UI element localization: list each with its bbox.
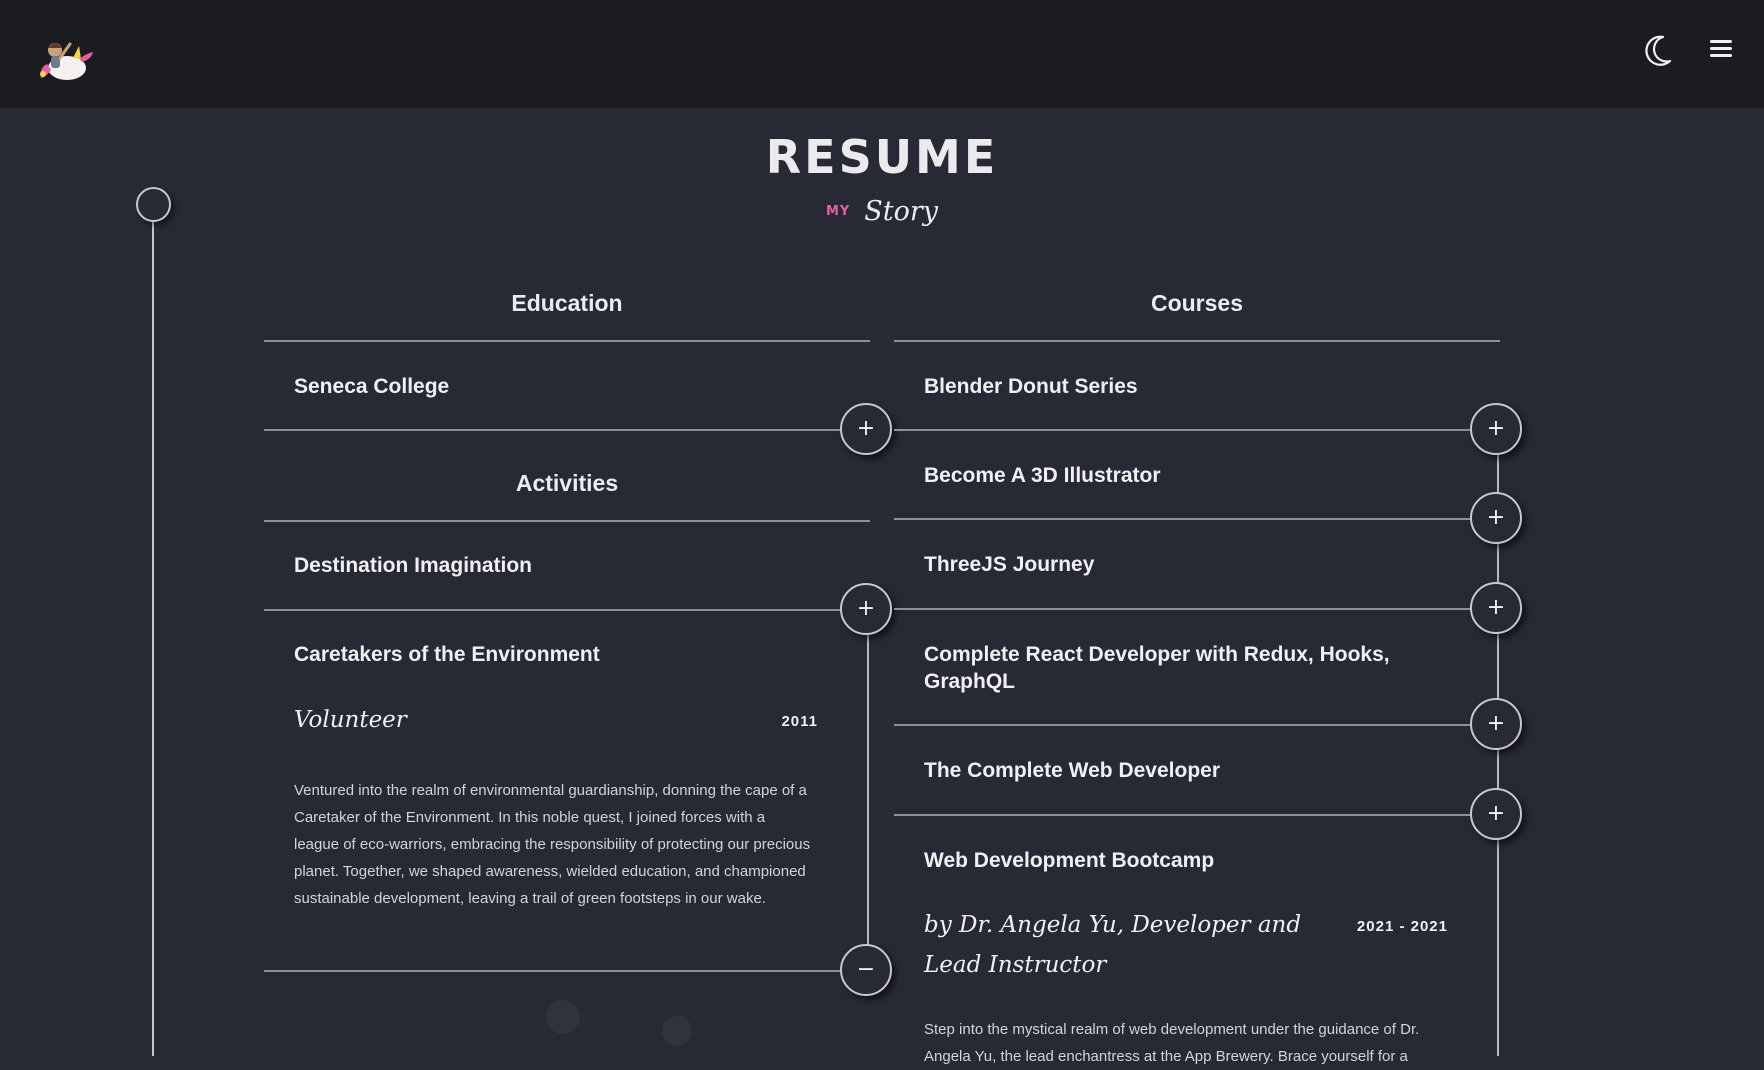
- activity-item-title: Destination Imagination: [294, 554, 533, 577]
- top-navbar: [0, 0, 1764, 108]
- divider: [264, 609, 870, 611]
- activity-date: 2011: [781, 713, 818, 730]
- expand-button[interactable]: +: [1470, 582, 1522, 634]
- course-instructor: by Dr. Angela Yu, Developer and Lead Ins…: [924, 912, 1302, 978]
- story-timeline-line: [152, 215, 154, 1056]
- divider: [894, 814, 1500, 816]
- divider: [894, 608, 1500, 610]
- expand-button[interactable]: +: [1470, 492, 1522, 544]
- collapse-button[interactable]: −: [840, 944, 892, 996]
- background-decoration: [662, 1016, 692, 1046]
- course-item-title: ThreeJS Journey: [924, 553, 1095, 576]
- activity-role: Volunteer: [294, 707, 407, 733]
- course-description: Step into the mystical realm of web deve…: [924, 1021, 1420, 1065]
- activity-description: Ventured into the realm of environmental…: [294, 782, 811, 907]
- course-item-title: Become A 3D Illustrator: [924, 464, 1161, 487]
- education-item-title: Seneca College: [294, 375, 450, 398]
- activity-item-title: Caretakers of the Environment: [294, 643, 600, 666]
- activities-timeline-line: [867, 606, 869, 968]
- divider: [894, 518, 1500, 520]
- subtitle-script: Story: [864, 196, 939, 227]
- divider: [264, 520, 870, 522]
- expand-button[interactable]: +: [1470, 698, 1522, 750]
- divider: [264, 340, 870, 342]
- course-item-title: Web Development Bootcamp: [924, 849, 1215, 872]
- page-title: RESUME: [765, 130, 999, 184]
- story-timeline-start: [136, 187, 171, 222]
- moon-icon[interactable]: [1643, 34, 1673, 68]
- expand-button[interactable]: +: [1470, 788, 1522, 840]
- expand-button[interactable]: +: [840, 403, 892, 455]
- education-heading: Education: [511, 290, 623, 316]
- course-item-title: Blender Donut Series: [924, 375, 1138, 398]
- course-date: 2021 - 2021: [1356, 918, 1448, 935]
- activities-heading: Activities: [515, 470, 619, 496]
- courses-heading: Courses: [1150, 290, 1244, 316]
- subtitle-small: MY: [825, 204, 851, 219]
- background-decoration: [546, 1000, 580, 1034]
- hamburger-menu-icon[interactable]: [1708, 36, 1734, 62]
- course-item-title: The Complete Web Developer: [924, 759, 1221, 782]
- divider: [894, 429, 1500, 431]
- divider: [264, 970, 870, 972]
- expand-button[interactable]: +: [840, 583, 892, 635]
- divider: [894, 340, 1500, 342]
- page-subtitle: MY Story: [0, 196, 1764, 227]
- divider: [894, 724, 1500, 726]
- expand-button[interactable]: +: [1470, 403, 1522, 455]
- course-item-title: Complete React Developer with Redux, Hoo…: [924, 643, 1390, 693]
- divider: [264, 429, 870, 431]
- unicorn-avatar-icon[interactable]: [33, 24, 97, 88]
